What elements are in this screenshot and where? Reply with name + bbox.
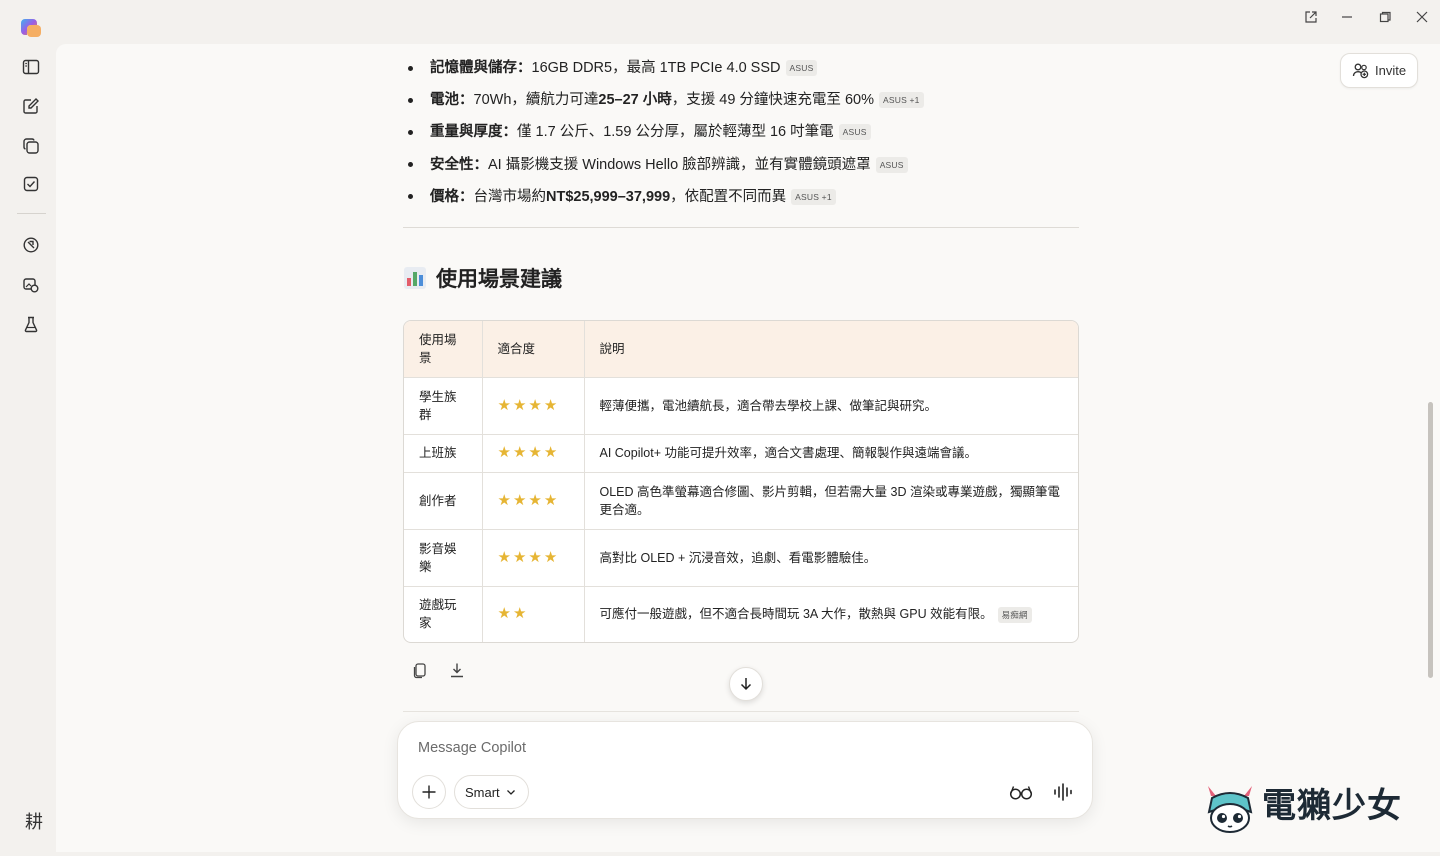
mascot-icon — [1207, 786, 1253, 833]
invite-button[interactable]: Invite — [1340, 53, 1418, 88]
source-badge[interactable]: ASUS — [838, 124, 871, 141]
scenario-cell: 影音娛樂 — [404, 529, 483, 587]
restore-icon[interactable] — [1377, 10, 1393, 26]
star-rating: ★★★★ — [497, 396, 560, 414]
column-header: 使用場景 — [404, 321, 483, 378]
mode-label: Smart — [465, 784, 500, 800]
scrollbar-thumb[interactable] — [1428, 402, 1433, 678]
rating-cell: ★★ — [482, 586, 585, 642]
scenario-cell: 遊戲玩家 — [404, 586, 483, 642]
list-item: 記憶體與儲存： 16GB DDR5，最高 1TB PCIe 4.0 SSD ASUS — [403, 52, 1079, 84]
copilot-logo-icon[interactable] — [20, 16, 42, 38]
image-gallery-icon[interactable] — [20, 274, 42, 296]
user-avatar[interactable]: 耕 — [18, 810, 50, 836]
column-header: 適合度 — [482, 321, 585, 378]
add-attachment-button[interactable] — [412, 775, 446, 809]
invite-label: Invite — [1375, 63, 1407, 78]
composer-divider — [403, 711, 1079, 712]
rating-cell: ★★★★ — [482, 434, 585, 473]
description-cell: OLED 高色準螢幕適合修圖、影片剪輯，但若需大量 3D 渲染或專業遊戲，獨顯筆… — [584, 472, 1078, 530]
message-composer: Smart — [397, 721, 1093, 819]
new-chat-icon[interactable] — [20, 95, 42, 117]
download-icon[interactable] — [448, 661, 468, 681]
sidebar-divider — [17, 213, 46, 214]
table-header-row: 使用場景 適合度 說明 — [404, 321, 1078, 378]
list-item: 安全性： AI 攝影機支援 Windows Hello 臉部辨識，並有實體鏡頭遮罩… — [403, 149, 1079, 181]
scenario-cell: 創作者 — [404, 472, 483, 530]
copy-icon[interactable] — [411, 661, 431, 681]
section-heading: 使用場景建議 — [403, 263, 562, 293]
source-badge[interactable]: ASUS — [785, 60, 818, 77]
star-rating: ★★★★ — [497, 491, 560, 509]
list-item: 電池： 70Wh，續航力可達 25–27 小時 ，支援 49 分鐘快速充電至 60%… — [403, 84, 1079, 116]
column-header: 說明 — [584, 321, 1078, 378]
star-rating: ★★★★ — [497, 548, 560, 566]
popout-icon[interactable] — [1303, 10, 1319, 26]
add-people-icon — [1352, 63, 1369, 79]
rating-cell: ★★★★ — [482, 377, 585, 435]
plus-icon — [422, 785, 436, 799]
rating-cell: ★★★★ — [482, 529, 585, 587]
table-row: 學生族群 ★★★★ 輕薄便攜，電池續航長，適合帶去學校上課、做筆記與研究。 — [404, 377, 1078, 435]
scenario-cell: 上班族 — [404, 434, 483, 473]
mode-selector[interactable]: Smart — [454, 775, 529, 809]
scenario-cell: 學生族群 — [404, 377, 483, 435]
minimize-icon[interactable] — [1339, 10, 1355, 26]
source-badge[interactable]: ASUS +1 — [791, 188, 836, 205]
sidebar-toggle-icon[interactable] — [20, 56, 42, 78]
list-item: 價格：台灣市場約 NT$25,999–37,999 ，依配置不同而異 ASUS +1 — [403, 181, 1079, 213]
section-divider — [403, 227, 1079, 228]
discover-icon[interactable] — [20, 234, 42, 256]
source-badge[interactable]: ASUS +1 — [879, 92, 924, 109]
sidebar: 耕 — [0, 44, 56, 856]
watermark-text: 電獺少女 — [1262, 786, 1402, 826]
title-bar — [0, 0, 1440, 44]
table-row: 影音娛樂 ★★★★ 高對比 OLED + 沉浸音效，追劇、看電影體驗佳。 — [404, 529, 1078, 587]
star-rating: ★★★★ — [497, 444, 560, 461]
voice-icon[interactable] — [1052, 780, 1074, 804]
labs-icon[interactable] — [20, 313, 42, 335]
description-cell: 高對比 OLED + 沉浸音效，追劇、看電影體驗佳。 — [584, 529, 1078, 587]
spec-list: 記憶體與儲存： 16GB DDR5，最高 1TB PCIe 4.0 SSD ASUS… — [403, 52, 1079, 213]
scroll-to-bottom-button[interactable] — [729, 667, 763, 701]
close-icon[interactable] — [1414, 10, 1430, 26]
tasks-icon[interactable] — [20, 173, 42, 195]
description-cell: AI Copilot+ 功能可提升效率，適合文書處理、簡報製作與遠端會議。 — [584, 434, 1078, 473]
watermark-logo: 電獺少女 — [1202, 776, 1424, 836]
arrow-down-icon — [740, 678, 752, 691]
description-cell: 輕薄便攜，電池續航長，適合帶去學校上課、做筆記與研究。 — [584, 377, 1078, 435]
message-input[interactable] — [418, 738, 998, 758]
scenario-table: 使用場景 適合度 說明 學生族群 ★★★★ 輕薄便攜，電池續航長，適合帶去學校上… — [403, 320, 1079, 643]
chat-panel: Invite 記憶體與儲存： 16GB DDR5，最高 1TB PCIe 4.0 … — [56, 44, 1440, 852]
pages-icon[interactable] — [20, 135, 42, 157]
table-row: 遊戲玩家 ★★ 可應付一般遊戲，但不適合長時間玩 3A 大作，散熱與 GPU 效… — [404, 586, 1078, 642]
source-badge[interactable]: 易痴網 — [997, 607, 1032, 624]
star-rating: ★★ — [497, 605, 529, 623]
list-item: 重量與厚度：僅 1.7 公斤、1.59 公分厚，屬於輕薄型 16 吋筆電 ASUS — [403, 116, 1079, 148]
table-row: 上班族 ★★★★ AI Copilot+ 功能可提升效率，適合文書處理、簡報製作… — [404, 434, 1078, 473]
table-row: 創作者 ★★★★ OLED 高色準螢幕適合修圖、影片剪輯，但若需大量 3D 渲染… — [404, 472, 1078, 530]
description-cell: 可應付一般遊戲，但不適合長時間玩 3A 大作，散熱與 GPU 效能有限。 易痴網 — [584, 586, 1078, 642]
vision-glasses-icon[interactable] — [1008, 780, 1034, 804]
rating-cell: ★★★★ — [482, 472, 585, 530]
section-title: 使用場景建議 — [436, 268, 562, 291]
chevron-down-icon — [506, 790, 515, 795]
source-badge[interactable]: ASUS — [875, 156, 908, 173]
bar-chart-emoji-icon — [404, 267, 426, 289]
